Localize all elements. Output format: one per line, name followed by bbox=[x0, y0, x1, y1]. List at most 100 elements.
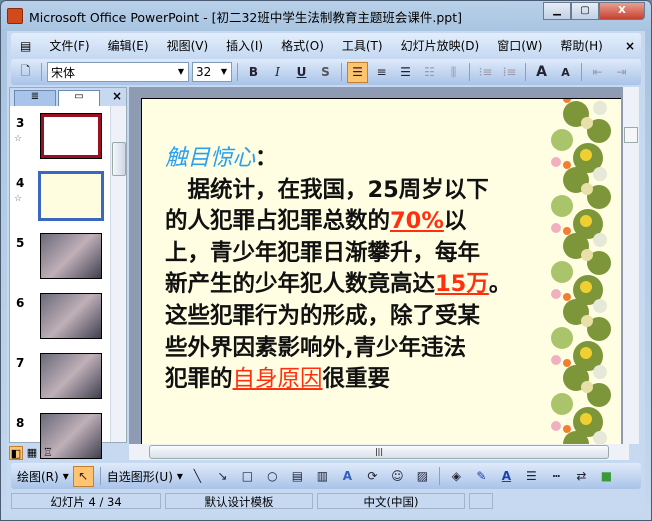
separator bbox=[438, 467, 440, 485]
align-left-icon[interactable]: ☰ bbox=[347, 61, 368, 83]
close-pane-icon[interactable]: × bbox=[112, 89, 122, 103]
draw-menu[interactable]: 绘图(R) bbox=[17, 468, 59, 485]
vertical-text-icon[interactable]: ⫼ bbox=[443, 62, 464, 83]
status-empty bbox=[469, 493, 493, 509]
underline-button[interactable]: U bbox=[291, 62, 312, 83]
vertical-textbox-icon[interactable]: ▥ bbox=[312, 466, 333, 487]
bold-button[interactable]: B bbox=[243, 62, 264, 83]
tab-outline[interactable]: ≣ bbox=[14, 90, 56, 106]
menu-help[interactable]: 帮助(H) bbox=[551, 37, 611, 54]
rectangle-icon[interactable]: □ bbox=[237, 466, 258, 487]
pane-scrollbar[interactable] bbox=[110, 106, 126, 442]
flower-petal bbox=[581, 381, 593, 393]
font-select[interactable]: 宋体 ▼ bbox=[47, 62, 189, 82]
select-pointer-icon[interactable]: ↖ bbox=[72, 465, 94, 487]
slide-canvas[interactable]: 触目惊心： 据统计，在我国，25周岁以下 的人犯罪占犯罪总数的70%以 上，青少… bbox=[141, 98, 621, 444]
normal-view-icon[interactable]: ◧ bbox=[9, 446, 23, 460]
menu-insert[interactable]: 插入(I) bbox=[217, 37, 272, 54]
font-value: 宋体 bbox=[51, 65, 76, 80]
flower-petal bbox=[580, 149, 592, 161]
menu-view[interactable]: 视图(V) bbox=[158, 37, 218, 54]
status-design-template: 默认设计模板 bbox=[165, 493, 313, 509]
slide-thumbnail[interactable]: 5 bbox=[10, 230, 110, 288]
scrollbar-thumb[interactable] bbox=[112, 142, 126, 176]
slide-text-box[interactable]: 触目惊心： 据统计，在我国，25周岁以下 的人犯罪占犯罪总数的70%以 上，青少… bbox=[165, 143, 511, 396]
textbox-icon[interactable]: ▤ bbox=[287, 466, 308, 487]
flower-petal bbox=[551, 289, 561, 299]
line-icon[interactable]: ╲ bbox=[187, 466, 208, 487]
slide-thumbnail[interactable]: 3 ☆ bbox=[10, 110, 110, 168]
font-size-select[interactable]: 32 ▼ bbox=[192, 62, 232, 82]
chevron-down-icon[interactable]: ▼ bbox=[217, 63, 231, 81]
slide-number: 3 bbox=[16, 116, 25, 130]
menu-slideshow[interactable]: 幻灯片放映(D) bbox=[392, 37, 489, 54]
numbering-icon[interactable]: ⁝≡ bbox=[475, 62, 496, 83]
align-right-icon[interactable]: ☰ bbox=[395, 62, 416, 83]
distribute-icon[interactable]: ☷ bbox=[419, 62, 440, 83]
menu-file[interactable]: 文件(F) bbox=[40, 37, 98, 54]
new-document-icon[interactable]: 🗋 bbox=[15, 62, 36, 83]
slide-number: 6 bbox=[16, 296, 25, 310]
arrow-icon[interactable]: ↘ bbox=[212, 466, 233, 487]
slideshow-icon[interactable]: ♖ bbox=[41, 446, 55, 460]
flower-petal bbox=[551, 223, 561, 233]
close-document-button[interactable]: × bbox=[625, 39, 641, 53]
highlight-own-reasons: 自身原因 bbox=[232, 366, 323, 393]
shrink-font-button[interactable]: A bbox=[555, 62, 576, 83]
minimize-button[interactable]: ▁ bbox=[543, 2, 571, 20]
slide-vertical-scrollbar[interactable] bbox=[623, 87, 639, 444]
arrow-style-icon[interactable]: ⇄ bbox=[571, 466, 592, 487]
animation-star-icon: ☆ bbox=[14, 134, 23, 144]
menu-tools[interactable]: 工具(T) bbox=[333, 37, 392, 54]
close-button[interactable]: X bbox=[599, 2, 645, 20]
bullets-icon[interactable]: ⁞≡ bbox=[499, 62, 520, 83]
diagram-icon[interactable]: ⟳ bbox=[362, 466, 383, 487]
italic-button[interactable]: I bbox=[267, 62, 288, 83]
slide-sorter-icon[interactable]: ▦ bbox=[25, 446, 39, 460]
status-bar: 幻灯片 4 / 34 默认设计模板 中文(中国) bbox=[7, 491, 645, 511]
flower-petal bbox=[551, 195, 573, 217]
increase-indent-icon[interactable]: ⇥ bbox=[611, 62, 632, 83]
scrollbar-thumb[interactable]: ||| bbox=[149, 445, 609, 459]
maximize-button[interactable]: ▢ bbox=[571, 2, 599, 20]
grow-font-button[interactable]: A bbox=[531, 62, 552, 83]
tab-slides[interactable]: ▭ bbox=[58, 90, 100, 106]
menu-window[interactable]: 窗口(W) bbox=[488, 37, 551, 54]
oval-icon[interactable]: ○ bbox=[262, 466, 283, 487]
scrollbar-thumb[interactable] bbox=[624, 127, 638, 143]
clipart-icon[interactable]: ☺ bbox=[387, 466, 408, 487]
shadow-button[interactable]: S bbox=[315, 62, 336, 83]
flower-petal bbox=[580, 413, 592, 425]
text: 的人犯罪占犯罪总数的 bbox=[165, 208, 391, 235]
wordart-icon[interactable]: A bbox=[337, 466, 358, 487]
dash-style-icon[interactable]: ┅ bbox=[546, 466, 567, 487]
flower-petal bbox=[551, 129, 573, 151]
slide-thumbnail[interactable]: 7 bbox=[10, 350, 110, 408]
autoshapes-menu[interactable]: 自选图形(U) bbox=[107, 468, 173, 485]
chevron-down-icon[interactable]: ▾ bbox=[177, 469, 183, 483]
picture-icon[interactable]: ▨ bbox=[412, 466, 433, 487]
slide-thumbnail[interactable]: 6 bbox=[10, 290, 110, 348]
menu-edit[interactable]: 编辑(E) bbox=[99, 37, 158, 54]
text-line: 犯罪的自身原因很重要 bbox=[165, 364, 511, 396]
slide-horizontal-scrollbar[interactable]: ||| bbox=[129, 444, 629, 460]
chevron-down-icon[interactable]: ▼ bbox=[174, 63, 188, 81]
align-center-icon[interactable]: ≡ bbox=[371, 62, 392, 83]
line-style-icon[interactable]: ☰ bbox=[521, 466, 542, 487]
powerpoint-icon bbox=[7, 8, 23, 24]
flower-petal bbox=[551, 421, 561, 431]
line-color-icon[interactable]: ✎ bbox=[471, 466, 492, 487]
menu-doc-icon[interactable]: ▤ bbox=[11, 39, 40, 53]
decrease-indent-icon[interactable]: ⇤ bbox=[587, 62, 608, 83]
fill-color-icon[interactable]: ◈ bbox=[446, 466, 467, 487]
status-slide-number: 幻灯片 4 / 34 bbox=[11, 493, 161, 509]
font-color-icon[interactable]: A bbox=[496, 466, 517, 487]
slide-thumbnail[interactable]: 4 ☆ bbox=[10, 170, 110, 228]
chevron-down-icon[interactable]: ▾ bbox=[63, 469, 69, 483]
menu-format[interactable]: 格式(O) bbox=[272, 37, 333, 54]
separator bbox=[525, 63, 526, 81]
shadow-style-icon[interactable]: ■ bbox=[596, 466, 617, 487]
separator bbox=[469, 63, 470, 81]
flower-petal bbox=[593, 233, 607, 247]
slide-number: 7 bbox=[16, 356, 25, 370]
